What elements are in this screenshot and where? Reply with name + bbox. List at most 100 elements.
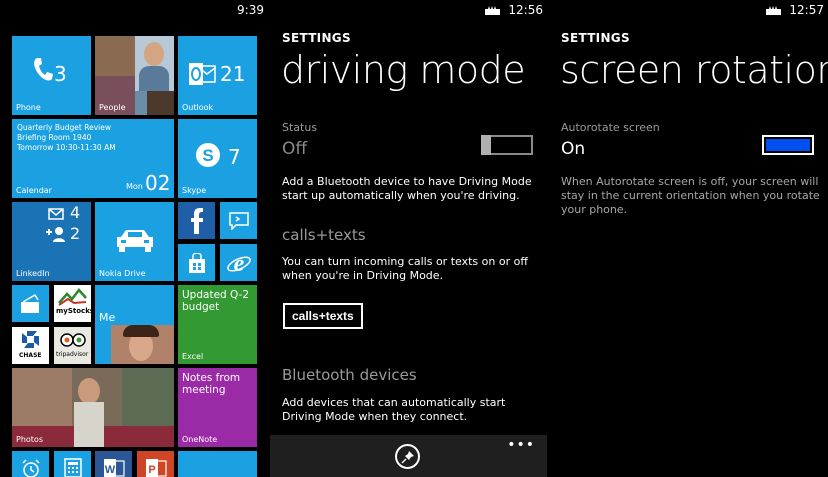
app-bar: ••• xyxy=(270,435,547,477)
tile-outlook[interactable]: 21 Outlook xyxy=(178,36,257,115)
tile-label: Phone xyxy=(16,103,41,112)
calculator-icon xyxy=(64,458,82,477)
chase-icon xyxy=(22,331,39,348)
calendar-day: Mon xyxy=(126,182,143,191)
stocks-chart-icon xyxy=(58,288,87,306)
tile-people[interactable]: People xyxy=(95,36,174,115)
tile-internet-explorer[interactable]: e xyxy=(220,244,257,281)
wallet-icon xyxy=(21,294,39,313)
bluetooth-devices-description: Add devices that can automatically start… xyxy=(282,396,506,423)
phone-count: 3 xyxy=(54,62,67,86)
clock: 12:57 xyxy=(789,3,824,17)
tile-label: Photos xyxy=(16,435,43,444)
pin-button[interactable] xyxy=(395,444,420,469)
tile-me[interactable]: Me xyxy=(95,285,174,364)
driving-mode-description: Add a Bluetooth device to have Driving M… xyxy=(282,175,532,202)
tile-label: Calendar xyxy=(16,186,52,195)
autorotate-label: Autorotate screen xyxy=(561,121,660,134)
status-bar: 12:57 xyxy=(765,0,828,20)
more-options-button[interactable]: ••• xyxy=(507,437,535,453)
owl-icon xyxy=(60,333,86,347)
toggle-fill xyxy=(766,139,810,151)
breadcrumb: SETTINGS xyxy=(561,31,630,45)
status-value: Off xyxy=(282,139,308,159)
phone-icon xyxy=(34,58,53,81)
tile-partial[interactable] xyxy=(178,451,257,477)
bluetooth-devices-heading[interactable]: Bluetooth devices xyxy=(282,366,417,384)
tile-alarms[interactable] xyxy=(12,451,49,477)
tile-label: Excel xyxy=(182,352,204,361)
tripadvisor-label: tripadvisor xyxy=(56,351,89,358)
tile-powerpoint[interactable]: P xyxy=(137,451,174,477)
calendar-event: Quarterly Budget Review Briefing Room 19… xyxy=(17,123,116,152)
tile-label: LinkedIn xyxy=(16,269,50,278)
toggle-knob xyxy=(481,135,491,155)
tile-onenote[interactable]: Notes from meeting OneNote xyxy=(178,368,257,447)
breadcrumb: SETTINGS xyxy=(282,31,351,45)
photos-person xyxy=(78,378,100,404)
page-title: screen rotation xyxy=(560,48,828,92)
tile-nokia-drive[interactable]: Nokia Drive xyxy=(95,202,174,281)
tile-messaging[interactable] xyxy=(220,202,257,239)
status-bar: 12:56 xyxy=(484,0,547,20)
message-icon xyxy=(229,212,249,230)
autorotate-toggle[interactable] xyxy=(762,135,814,155)
calls-texts-description: You can turn incoming calls or texts on … xyxy=(282,255,528,282)
skype-count: 7 xyxy=(228,145,241,169)
tile-store[interactable] xyxy=(178,244,215,281)
onenote-text: Notes from meeting xyxy=(182,372,241,396)
tile-photos[interactable]: Photos xyxy=(12,368,174,447)
tile-skype[interactable]: S 7 Skype xyxy=(178,119,257,198)
tile-phone[interactable]: 3 Phone xyxy=(12,36,91,115)
tile-mystocks[interactable]: myStocks xyxy=(54,285,91,322)
tile-tripadvisor[interactable]: tripadvisor xyxy=(54,327,91,364)
tile-label: People xyxy=(99,103,126,112)
word-icon: W xyxy=(104,459,125,477)
outlook-count: 21 xyxy=(220,62,246,86)
clock: 12:56 xyxy=(508,3,543,17)
photos-person xyxy=(74,402,104,447)
tile-chase[interactable]: CHASE xyxy=(12,327,49,364)
tile-calendar[interactable]: Quarterly Budget Review Briefing Room 19… xyxy=(12,119,174,198)
status-bar: 9:39 xyxy=(237,0,268,20)
tile-word[interactable]: W xyxy=(95,451,132,477)
driving-mode-icon xyxy=(485,5,501,15)
driving-mode-settings: 12:56 SETTINGS driving mode Status Off A… xyxy=(270,0,547,477)
mystocks-label: myStocks xyxy=(56,307,91,315)
excel-text: Updated Q-2 budget xyxy=(182,289,250,313)
people-photo xyxy=(135,36,174,91)
powerpoint-icon: P xyxy=(146,459,167,477)
svg-text:P: P xyxy=(148,464,155,476)
tile-label: Outlook xyxy=(182,103,214,112)
people-photo xyxy=(95,36,135,76)
tile-calculator[interactable] xyxy=(54,451,91,477)
tile-wallet[interactable] xyxy=(12,285,49,322)
skype-icon: S xyxy=(196,143,220,167)
clock: 9:39 xyxy=(237,3,264,17)
outlook-icon xyxy=(189,63,216,85)
me-label: Me xyxy=(99,311,116,324)
linkedin-mail-count: 4 xyxy=(70,203,81,222)
autorotate-value: On xyxy=(561,139,586,159)
alarm-clock-icon xyxy=(22,459,40,477)
start-screen: 9:39 3 Phone People 21 Outlook Quarterly… xyxy=(0,0,268,477)
car-icon xyxy=(117,230,153,252)
tile-label: Skype xyxy=(182,186,207,195)
people-photo xyxy=(147,91,174,115)
driving-mode-toggle[interactable] xyxy=(481,135,533,155)
tile-label: Nokia Drive xyxy=(99,269,146,278)
calls-texts-button[interactable]: calls+texts xyxy=(283,303,363,329)
screen-rotation-settings: 12:57 SETTINGS screen rotation Autorotat… xyxy=(549,0,828,477)
svg-text:W: W xyxy=(105,464,116,476)
calls-texts-heading: calls+texts xyxy=(282,226,366,244)
mail-icon xyxy=(48,208,64,220)
tile-excel[interactable]: Updated Q-2 budget Excel xyxy=(178,285,257,364)
tile-linkedin[interactable]: 4 2 LinkedIn xyxy=(12,202,91,281)
facebook-icon xyxy=(191,208,203,234)
autorotate-description: When Autorotate screen is off, your scre… xyxy=(561,175,820,216)
pin-icon xyxy=(400,450,414,464)
ie-icon: e xyxy=(227,251,251,275)
tile-label: OneNote xyxy=(182,435,218,444)
tile-facebook[interactable] xyxy=(178,202,215,239)
svg-text:S: S xyxy=(202,146,213,165)
